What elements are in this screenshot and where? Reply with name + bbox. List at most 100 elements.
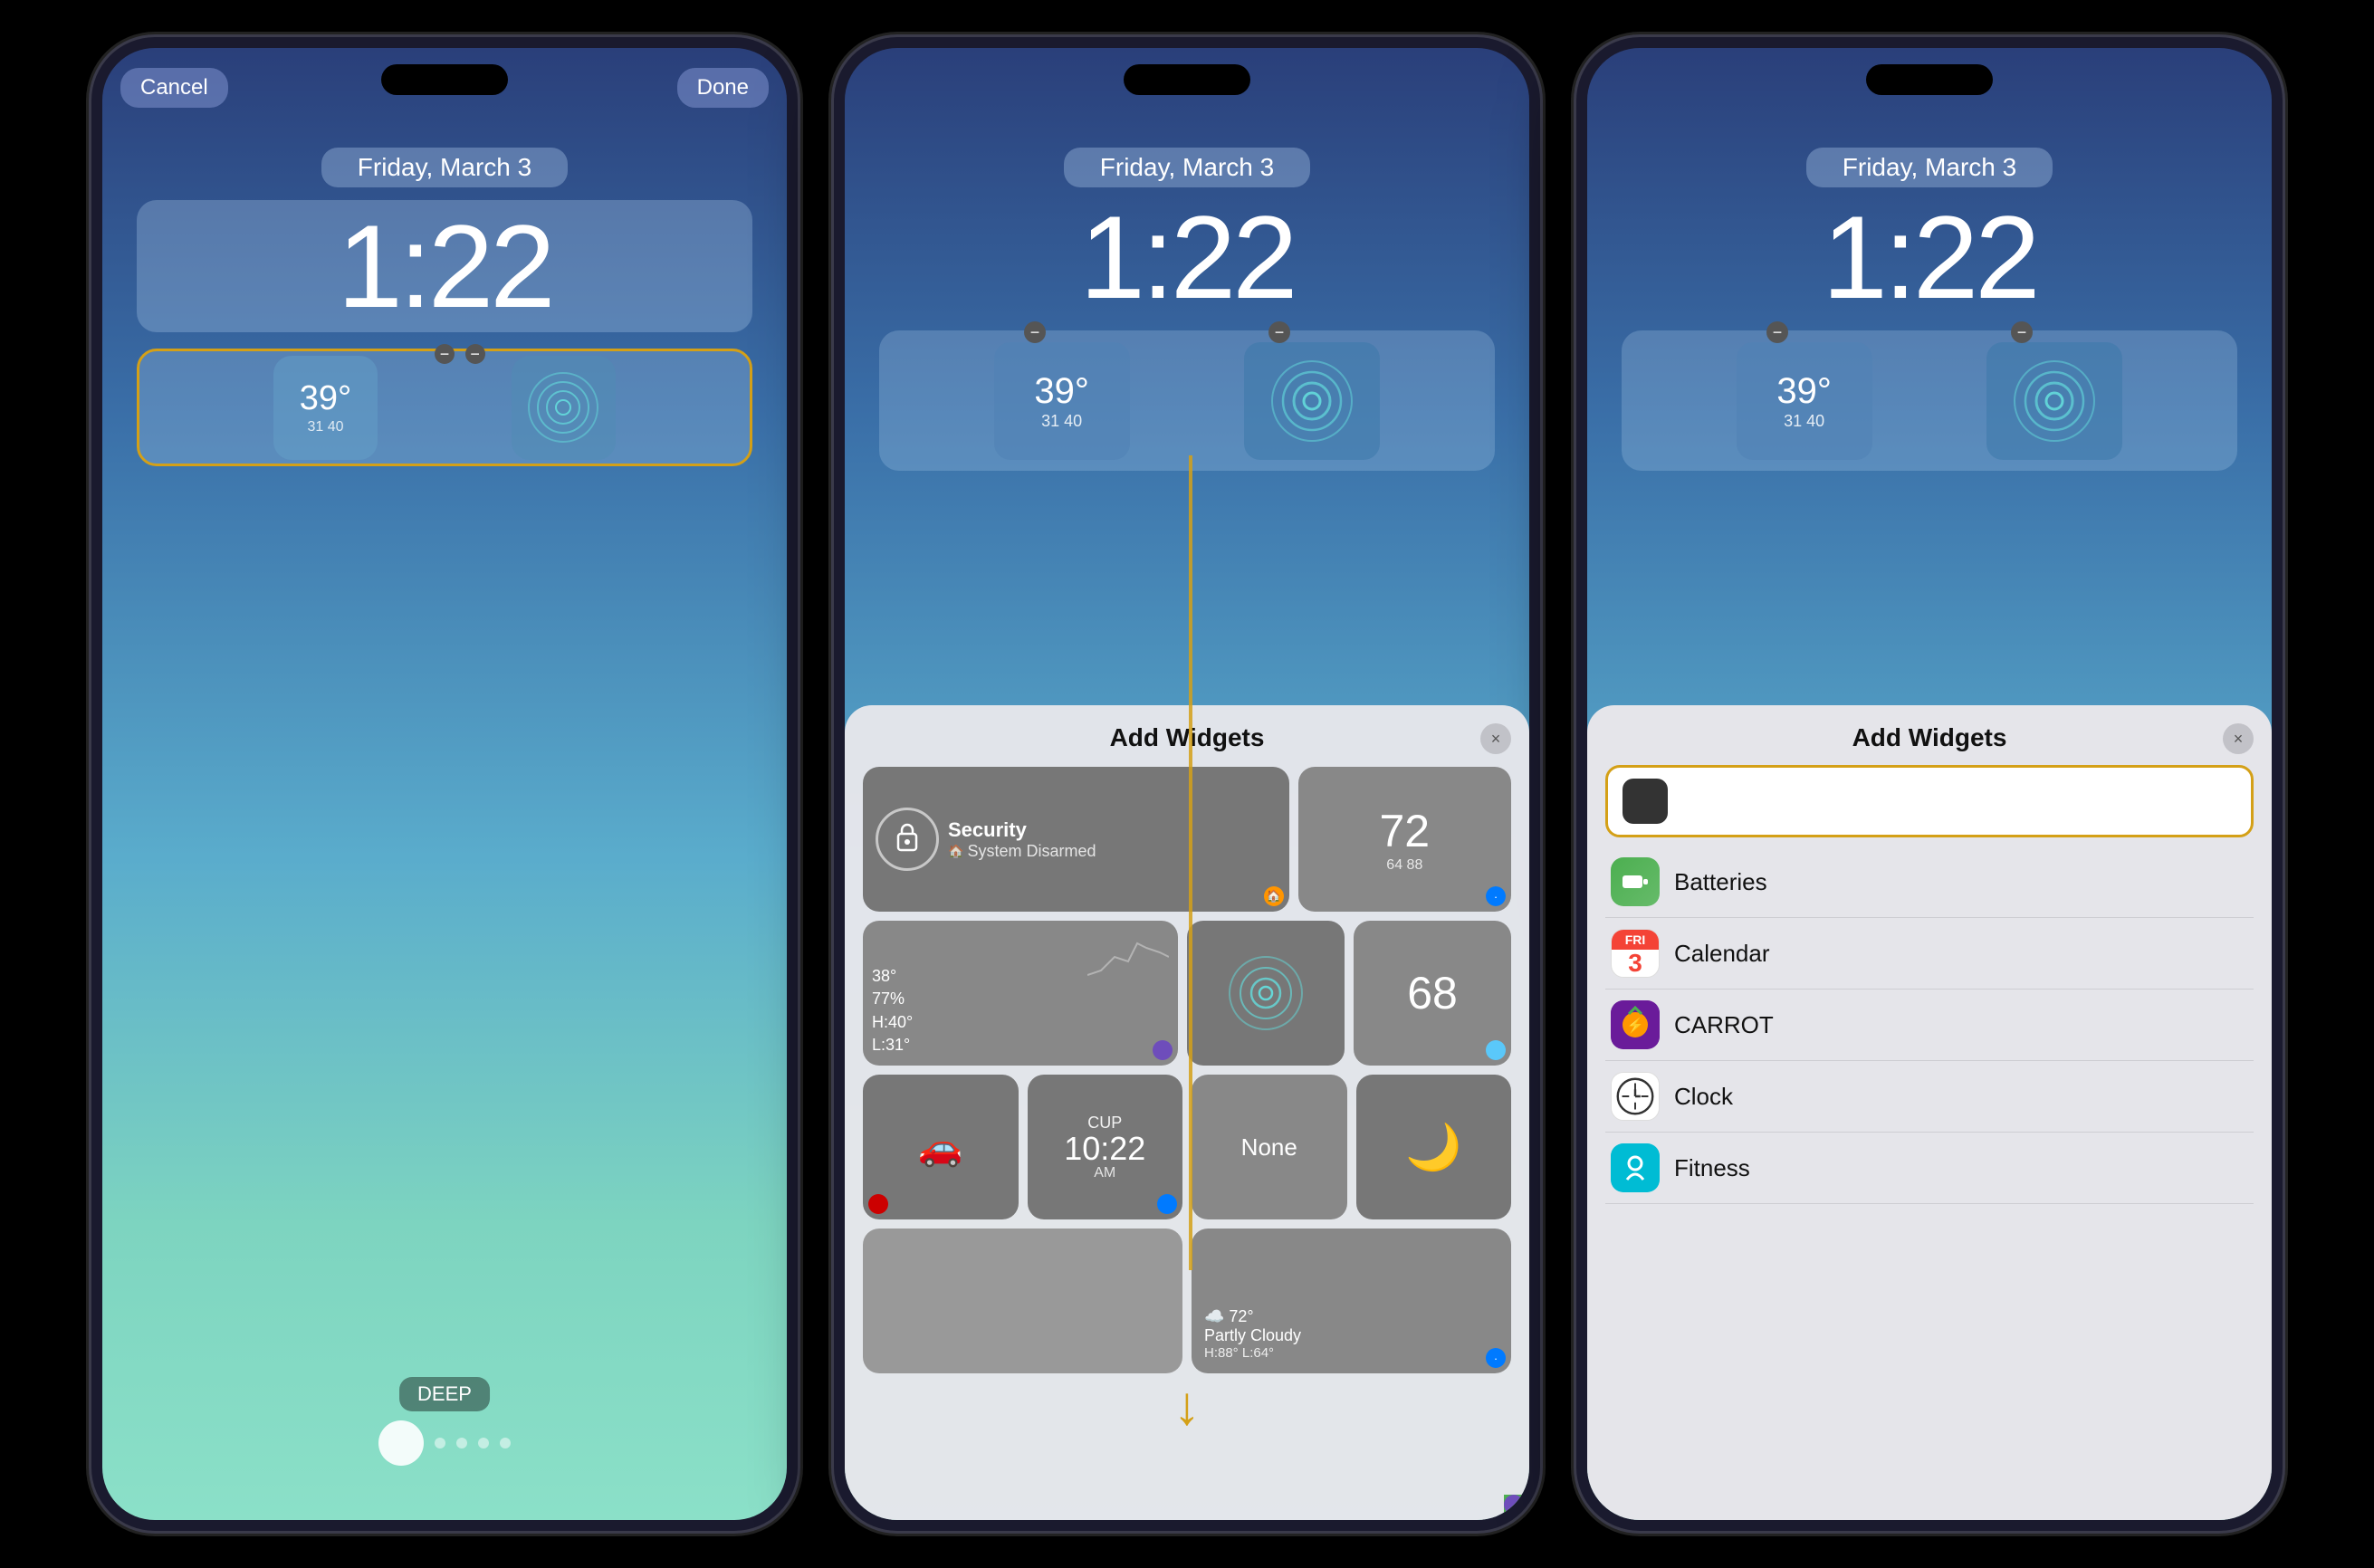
dot-2 bbox=[456, 1438, 467, 1448]
home-badge-security: 🏠 bbox=[1264, 886, 1284, 906]
p2-time-display: 1:22 bbox=[879, 198, 1495, 316]
yellow-bar bbox=[1189, 455, 1192, 1270]
svg-text:⚡: ⚡ bbox=[1626, 1017, 1644, 1034]
radar-widget[interactable] bbox=[512, 356, 616, 460]
phone-2: Friday, March 3 1:22 − − 39° 31 40 bbox=[834, 37, 1540, 1531]
temp-value: 39° bbox=[300, 379, 351, 418]
minus-badge-2[interactable]: − bbox=[465, 344, 485, 364]
pc-title: Partly Cloudy bbox=[1204, 1326, 1301, 1345]
list-item-clock[interactable]: Clock bbox=[1605, 1061, 2254, 1133]
date-text: Friday, March 3 bbox=[358, 153, 531, 181]
moon-widget[interactable]: 🌙 bbox=[1356, 1075, 1512, 1219]
aw-title: Add Widgets bbox=[1110, 723, 1265, 752]
chart-purple-badge bbox=[1153, 1040, 1173, 1060]
p3-minus-2[interactable]: − bbox=[2011, 321, 2033, 343]
active-dot bbox=[378, 1420, 424, 1466]
security-text: Security 🏠 System Disarmed bbox=[948, 818, 1277, 861]
aw-close-button[interactable]: × bbox=[1480, 723, 1511, 754]
p2-temp-widget: 39° 31 40 bbox=[994, 342, 1130, 460]
humidity-widget[interactable]: 68 bbox=[1354, 921, 1511, 1066]
time-box: 1:22 bbox=[137, 200, 752, 332]
chart-widget[interactable]: 38° 77% H:40° L:31° bbox=[863, 921, 1178, 1066]
carrot-label: CARROT bbox=[1674, 1011, 1774, 1039]
add-widgets-list-panel: Add Widgets × Batteries bbox=[1587, 705, 2272, 1520]
gray-wide-widget: 🏠 bbox=[863, 1229, 1182, 1373]
deep-label: DEEP bbox=[399, 1377, 490, 1411]
p2-minus-1[interactable]: − bbox=[1024, 321, 1046, 343]
dynamic-island-1 bbox=[381, 64, 508, 95]
p3-date-pill: Friday, March 3 bbox=[1806, 148, 2053, 187]
p2-minus-2[interactable]: − bbox=[1268, 321, 1290, 343]
p3-minus-1[interactable]: − bbox=[1766, 321, 1788, 343]
selected-widget-item[interactable] bbox=[1605, 765, 2254, 837]
weather-blue-badge: · bbox=[1486, 886, 1506, 906]
security-sub: 🏠 System Disarmed bbox=[948, 842, 1277, 861]
page-dots bbox=[378, 1420, 511, 1466]
temp-range: 31 40 bbox=[307, 418, 343, 435]
tesla-badge bbox=[868, 1194, 888, 1214]
none-widget[interactable]: None bbox=[1192, 1075, 1347, 1219]
minus-badge-1[interactable]: − bbox=[435, 344, 455, 364]
dot-1 bbox=[435, 1438, 445, 1448]
awl-close-button[interactable]: × bbox=[2223, 723, 2254, 754]
cancel-button[interactable]: Cancel bbox=[120, 68, 228, 108]
radar-rings bbox=[525, 369, 602, 446]
pc-weather-icon: ☁️ 72° bbox=[1204, 1307, 1254, 1326]
security-widget[interactable]: Security 🏠 System Disarmed 🏠 bbox=[863, 767, 1289, 912]
security-title: Security bbox=[948, 818, 1277, 842]
awl-title: Add Widgets bbox=[1852, 723, 2007, 752]
batteries-icon bbox=[1611, 857, 1660, 906]
p3-temp-widget: 39° 31 40 bbox=[1737, 342, 1872, 460]
selected-widget-icon bbox=[1623, 779, 1668, 824]
humidity-value: 68 bbox=[1407, 967, 1458, 1019]
cup-widget[interactable]: CUP 10:22 AM bbox=[1028, 1075, 1183, 1219]
pc-sub: H:88° L:64° bbox=[1204, 1345, 1274, 1361]
radar-grid-widget[interactable] bbox=[1187, 921, 1345, 1066]
weather-temp-widget[interactable]: 39° 31 40 bbox=[273, 356, 378, 460]
weather-num-widget[interactable]: 72 64 88 🏠 · bbox=[1298, 767, 1511, 912]
dynamic-island-3 bbox=[1866, 64, 1993, 95]
p2-radar-widget bbox=[1244, 342, 1380, 460]
car-widget[interactable]: 🚗 bbox=[863, 1075, 1019, 1219]
phone-1: Cancel Done Friday, March 3 1:22 − 39° 3… bbox=[91, 37, 798, 1531]
dot-3 bbox=[478, 1438, 489, 1448]
p2-widget-row: − − 39° 31 40 bbox=[879, 330, 1495, 471]
p2-date-text: Friday, March 3 bbox=[1100, 153, 1274, 181]
clock-icon bbox=[1611, 1072, 1660, 1121]
fitness-icon bbox=[1611, 1143, 1660, 1192]
time-display: 1:22 bbox=[164, 207, 725, 325]
dot-4 bbox=[500, 1438, 511, 1448]
batteries-label: Batteries bbox=[1674, 868, 1767, 896]
done-button[interactable]: Done bbox=[677, 68, 769, 108]
p3-time-display: 1:22 bbox=[1622, 198, 2237, 316]
pc-blue-badge: · bbox=[1486, 1348, 1506, 1368]
yellow-arrow: ↓ bbox=[1173, 1374, 1201, 1437]
weather-num-sub: 64 88 bbox=[1386, 857, 1422, 874]
cup-sub-text: AM bbox=[1094, 1165, 1115, 1181]
add-widgets-panel: Add Widgets × bbox=[845, 705, 1529, 1520]
humidity-rainy-badge bbox=[1486, 1040, 1506, 1060]
partly-cloudy-widget[interactable]: ☁️ 72° Partly Cloudy H:88° L:64° · bbox=[1192, 1229, 1511, 1373]
cup-time-value: 10:22 bbox=[1064, 1133, 1145, 1165]
carrot-icon: ⚡ bbox=[1611, 1000, 1660, 1049]
p2-date-pill: Friday, March 3 bbox=[1064, 148, 1310, 187]
fitness-label: Fitness bbox=[1674, 1154, 1750, 1182]
phone-3: Friday, March 3 1:22 − − 39° 31 40 bbox=[1576, 37, 2283, 1531]
p3-radar-widget bbox=[1986, 342, 2122, 460]
dynamic-island-2 bbox=[1124, 64, 1250, 95]
widget-area-selected[interactable]: − 39° 31 40 − bbox=[137, 349, 752, 466]
p3-widget-row: − − 39° 31 40 bbox=[1622, 330, 2237, 471]
list-item-carrot[interactable]: ⚡ CARROT bbox=[1605, 990, 2254, 1061]
list-item-fitness[interactable]: Fitness bbox=[1605, 1133, 2254, 1204]
moon-purple-badge bbox=[1504, 1495, 1524, 1515]
clock-label: Clock bbox=[1674, 1083, 1733, 1111]
calendar-label: Calendar bbox=[1674, 940, 1770, 968]
list-item-calendar[interactable]: FRI 3 Calendar bbox=[1605, 918, 2254, 990]
list-item-batteries[interactable]: Batteries bbox=[1605, 846, 2254, 918]
security-icon bbox=[876, 808, 939, 871]
none-label: None bbox=[1241, 1133, 1297, 1162]
cup-clock-badge bbox=[1157, 1194, 1177, 1214]
p3-date-text: Friday, March 3 bbox=[1843, 153, 2016, 181]
calendar-icon: FRI 3 bbox=[1611, 929, 1660, 978]
date-pill: Friday, March 3 bbox=[321, 148, 568, 187]
